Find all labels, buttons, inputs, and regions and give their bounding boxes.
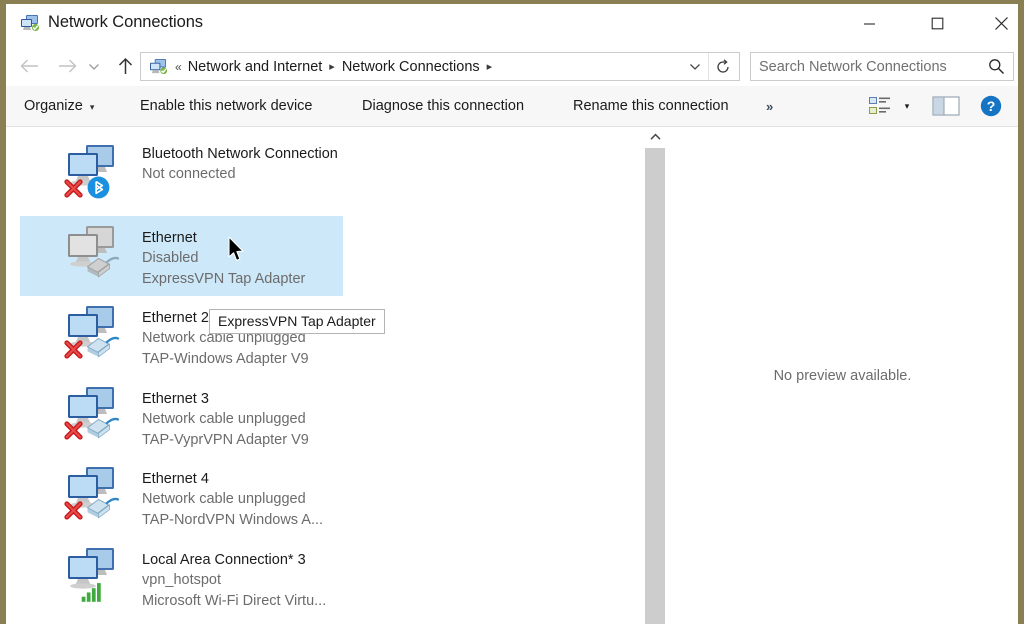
search-input[interactable]	[759, 58, 969, 75]
connection-status: Network cable unplugged	[142, 491, 306, 507]
minimize-icon	[863, 22, 875, 25]
arrow-left-icon	[20, 59, 38, 73]
network-adapter-disconnected-icon	[64, 141, 128, 203]
connection-row[interactable]: Local Area Connection* 3 vpn_hotspot Micro…	[20, 538, 343, 618]
connection-row[interactable]: Ethernet 4 Network cable unplugged TAP-Nor…	[20, 457, 343, 537]
maximize-icon	[931, 17, 943, 29]
connection-text: Ethernet 3 Network cable unplugged TAP-Vyp…	[142, 389, 347, 451]
connection-status: Not connected	[142, 166, 236, 182]
breadcrumb-separator-icon[interactable]: ▸	[329, 60, 335, 73]
organize-button[interactable]: Organize ▾	[24, 86, 94, 126]
network-connections-window: Network Connections « Network and Intern…	[6, 4, 1018, 624]
network-adapter-disabled-icon-glyph	[68, 225, 120, 278]
address-bar-row: « Network and Internet ▸ Network Connect…	[6, 46, 1018, 86]
connection-row[interactable]: Ethernet 2 Network cable unplugged TAP-Win…	[20, 296, 343, 376]
preview-pane-icon[interactable]	[932, 96, 960, 116]
address-history-button[interactable]	[683, 53, 707, 80]
connection-status: Disabled	[142, 249, 199, 266]
network-connections-icon	[21, 15, 40, 32]
connection-text: Ethernet Disabled ExpressVPN Tap Adapter	[142, 228, 347, 290]
arrow-up-icon	[118, 57, 132, 74]
network-adapter-disconnected-icon-glyph	[64, 145, 114, 199]
arrow-right-icon	[58, 59, 76, 73]
chevron-down-icon: ▾	[89, 101, 95, 112]
connection-name: Ethernet	[142, 229, 197, 246]
network-adapter-icon-glyph	[64, 467, 120, 520]
title-bar: Network Connections	[6, 4, 1018, 46]
close-button[interactable]	[978, 4, 1018, 42]
chevron-down-icon	[89, 63, 99, 70]
network-adapter-icon	[64, 463, 128, 525]
magnifier-icon	[988, 59, 1004, 75]
connection-text: Local Area Connection* 3 vpn_hotspot Micro…	[142, 550, 347, 612]
connections-list[interactable]: Bluetooth Network Connection Not connecte…	[6, 127, 640, 624]
enable-network-device-button[interactable]: Enable this network device	[140, 86, 313, 126]
connection-text: Ethernet 4 Network cable unplugged TAP-Nor…	[142, 469, 347, 531]
breadcrumb-item-network-and-internet[interactable]: Network and Internet	[188, 59, 323, 75]
breadcrumb-network-icon	[150, 58, 168, 75]
connection-device: TAP-NordVPN Windows A...	[142, 512, 324, 528]
breadcrumb-item-network-connections[interactable]: Network Connections	[342, 59, 480, 75]
breadcrumb-overflow-icon[interactable]: «	[175, 60, 182, 74]
preview-pane: No preview available.	[667, 127, 1018, 624]
organize-label: Organize	[24, 98, 83, 114]
up-level-button[interactable]	[110, 50, 140, 82]
svg-text:?: ?	[987, 98, 996, 114]
help-icon[interactable]: ?	[980, 95, 1002, 117]
connection-row[interactable]: Ethernet 3 Network cable unplugged TAP-Vyp…	[20, 377, 343, 457]
network-adapter-icon-glyph	[68, 547, 114, 602]
connection-text: Bluetooth Network Connection Not connecte…	[142, 144, 347, 185]
close-icon	[994, 16, 1008, 30]
window-title: Network Connections	[48, 13, 203, 31]
connection-name: Ethernet 4	[142, 471, 209, 487]
connection-device: Microsoft Wi-Fi Direct Virtu...	[142, 592, 327, 609]
scrollbar-thumb[interactable]	[645, 148, 665, 624]
connection-device: TAP-VyprVPN Adapter V9	[142, 431, 309, 448]
network-adapter-disabled-icon	[64, 222, 128, 284]
maximize-button[interactable]	[914, 4, 960, 42]
back-button[interactable]	[14, 50, 44, 82]
address-bar[interactable]: « Network and Internet ▸ Network Connect…	[140, 52, 740, 81]
connection-name: Local Area Connection* 3	[142, 551, 306, 568]
connection-name: Ethernet 3	[142, 390, 209, 407]
connection-device: ExpressVPN Tap Adapter	[142, 270, 306, 287]
toolbar-overflow-button[interactable]: »	[766, 86, 773, 126]
list-scrollbar[interactable]	[644, 127, 666, 624]
minimize-button[interactable]	[846, 4, 892, 42]
rename-connection-button[interactable]: Rename this connection	[573, 86, 729, 126]
preview-message: No preview available.	[773, 367, 912, 384]
command-toolbar: Organize ▾ Enable this network device Di…	[6, 86, 1018, 127]
forward-button[interactable]	[52, 50, 82, 82]
connection-status: vpn_hotspot	[142, 571, 222, 588]
desktop-background: Network Connections « Network and Intern…	[0, 0, 1024, 624]
refresh-icon	[717, 58, 729, 73]
search-icon[interactable]	[983, 53, 1009, 80]
connection-row[interactable]: Bluetooth Network Connection Not connecte…	[20, 135, 343, 215]
network-adapter-icon	[64, 544, 128, 606]
connection-row[interactable]: Ethernet Disabled ExpressVPN Tap Adapter	[20, 215, 343, 296]
network-adapter-icon	[64, 302, 128, 364]
network-adapter-icon-glyph	[64, 306, 120, 359]
network-adapter-icon	[64, 383, 128, 445]
content-area: Bluetooth Network Connection Not connecte…	[6, 127, 1018, 624]
connection-status: Network cable unplugged	[142, 410, 306, 427]
refresh-button[interactable]	[708, 53, 737, 80]
connection-name: Bluetooth Network Connection	[142, 146, 338, 162]
change-view-icon[interactable]	[868, 95, 892, 117]
connection-device: TAP-Windows Adapter V9	[142, 351, 309, 367]
breadcrumb-separator-end-icon[interactable]: ▸	[487, 60, 493, 73]
recent-locations-button[interactable]	[84, 50, 104, 82]
chevron-down-icon	[690, 64, 700, 70]
diagnose-connection-button[interactable]: Diagnose this connection	[362, 86, 524, 126]
view-options-dropdown[interactable]: ▾	[899, 86, 915, 126]
network-adapter-icon-glyph	[64, 386, 120, 440]
search-box[interactable]	[750, 52, 1014, 81]
tooltip: ExpressVPN Tap Adapter	[209, 309, 385, 334]
scroll-up-button[interactable]	[644, 127, 666, 146]
chevron-up-icon	[649, 133, 661, 140]
